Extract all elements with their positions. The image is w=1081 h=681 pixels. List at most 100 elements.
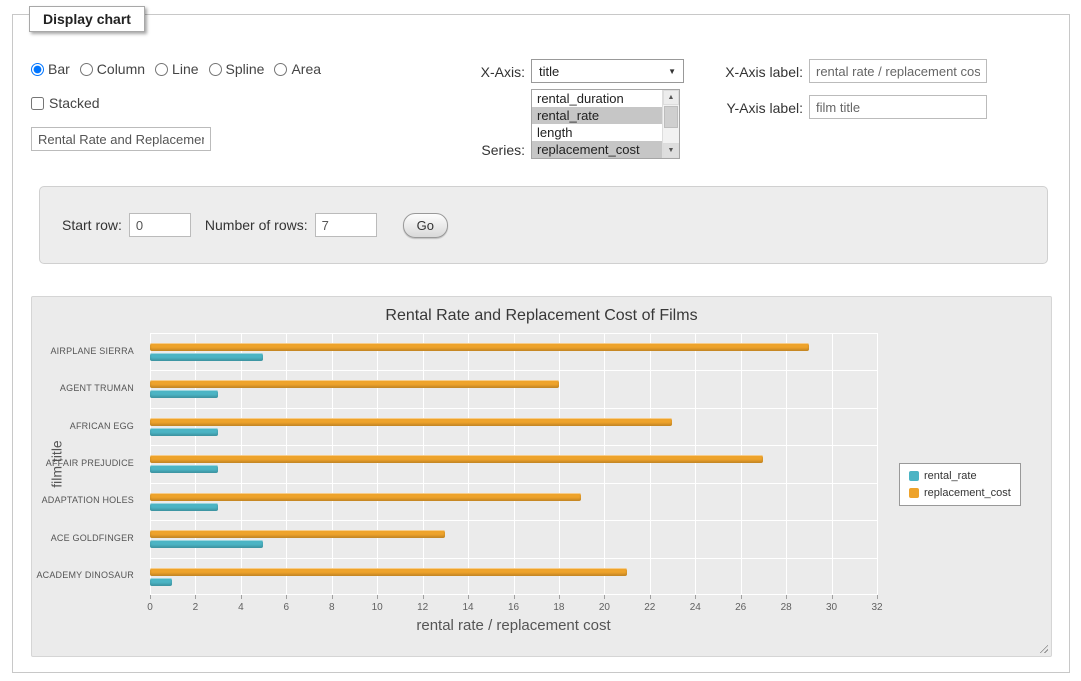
tick-mark [741, 595, 742, 599]
series-listbox[interactable]: rental_durationrental_ratelengthreplacem… [531, 89, 680, 159]
display-chart-panel: Display chart BarColumnLineSplineArea St… [12, 14, 1070, 673]
tick-mark [423, 595, 424, 599]
chart-type-option-spline: Spline [209, 61, 265, 77]
chart-type-option-area: Area [274, 61, 321, 77]
tick-mark [559, 595, 560, 599]
series-option-length[interactable]: length [532, 124, 662, 141]
x-tick-label: 4 [226, 602, 256, 613]
gridline [332, 333, 333, 595]
chart-container: Rental Rate and Replacement Cost of Film… [31, 296, 1052, 657]
y-axis-label-input[interactable] [809, 95, 987, 119]
chart-type-label: Spline [226, 61, 265, 77]
bar-rental_rate [150, 540, 263, 548]
tick-mark [241, 595, 242, 599]
category-label: AGENT TRUMAN [32, 383, 142, 393]
number-of-rows-input[interactable] [315, 213, 377, 237]
chart-title: Rental Rate and Replacement Cost of Film… [32, 307, 1051, 325]
gridline [150, 370, 877, 371]
x-tick-label: 30 [817, 602, 847, 613]
x-axis-selected-value: title [539, 64, 559, 79]
legend-item-replacement_cost[interactable]: replacement_cost [909, 487, 1011, 499]
tick-mark [786, 595, 787, 599]
x-tick-label: 20 [589, 602, 619, 613]
row-controls-panel: Start row: Number of rows: Go [39, 186, 1048, 264]
gridline [604, 333, 605, 595]
stacked-checkbox[interactable] [31, 97, 44, 110]
chart-title-input[interactable] [31, 127, 211, 151]
chart-type-radio-bar[interactable] [31, 63, 44, 76]
tick-mark [332, 595, 333, 599]
series-option-rental_duration[interactable]: rental_duration [532, 90, 662, 107]
chart-type-radio-spline[interactable] [209, 63, 222, 76]
gridline [150, 408, 877, 409]
chart-type-label: Line [172, 61, 198, 77]
bar-replacement_cost [150, 343, 809, 351]
start-row-label: Start row: [62, 217, 122, 233]
category-label: AFFAIR PREJUDICE [32, 458, 142, 468]
series-option-replacement_cost[interactable]: replacement_cost [532, 141, 662, 158]
chart-type-radios: BarColumnLineSplineArea [31, 61, 331, 77]
scroll-down-button[interactable]: ▼ [663, 143, 679, 158]
stacked-checkbox-row: Stacked [31, 95, 100, 111]
x-axis-select[interactable]: title ▼ [531, 59, 684, 83]
y-axis-label-label: Y-Axis label: [697, 100, 803, 116]
resize-handle-icon[interactable] [1037, 642, 1048, 653]
gridline [241, 333, 242, 595]
bar-replacement_cost [150, 493, 581, 501]
category-label: ADAPTATION HOLES [32, 495, 142, 505]
stacked-label: Stacked [49, 95, 100, 111]
scroll-thumb[interactable] [664, 106, 678, 128]
gridline [832, 333, 833, 595]
bar-replacement_cost [150, 530, 445, 538]
gridline [150, 333, 151, 595]
bar-rental_rate [150, 503, 218, 511]
tick-mark [377, 595, 378, 599]
x-tick-label: 22 [635, 602, 665, 613]
category-label: AFRICAN EGG [32, 421, 142, 431]
x-tick-label: 28 [771, 602, 801, 613]
panel-legend: Display chart [29, 6, 145, 32]
x-tick-label: 24 [680, 602, 710, 613]
arrow-up-icon: ▲ [668, 94, 675, 101]
legend-item-rental_rate[interactable]: rental_rate [909, 470, 1011, 482]
listbox-scrollbar[interactable]: ▲ ▼ [662, 90, 679, 158]
start-row-input[interactable] [129, 213, 191, 237]
go-button[interactable]: Go [403, 213, 448, 238]
bar-replacement_cost [150, 380, 559, 388]
gridline [150, 445, 877, 446]
gridline [559, 333, 560, 595]
chevron-down-icon: ▼ [668, 67, 676, 76]
x-tick-label: 0 [135, 602, 165, 613]
gridline [150, 333, 877, 334]
gridline [377, 333, 378, 595]
tick-mark [150, 595, 151, 599]
series-select-label: Series: [443, 142, 525, 158]
gridline [195, 333, 196, 595]
gridline [423, 333, 424, 595]
tick-mark [468, 595, 469, 599]
x-tick-label: 16 [499, 602, 529, 613]
tick-mark [286, 595, 287, 599]
tick-mark [650, 595, 651, 599]
x-tick-label: 2 [180, 602, 210, 613]
x-tick-label: 10 [362, 602, 392, 613]
chart-type-label: Column [97, 61, 145, 77]
chart-type-radio-line[interactable] [155, 63, 168, 76]
category-label: ACADEMY DINOSAUR [32, 570, 142, 580]
series-option-rental_rate[interactable]: rental_rate [532, 107, 662, 124]
gridline [786, 333, 787, 595]
gridline [468, 333, 469, 595]
scroll-up-button[interactable]: ▲ [663, 90, 679, 105]
x-tick-label: 26 [726, 602, 756, 613]
tick-mark [514, 595, 515, 599]
x-axis-title: rental rate / replacement cost [150, 617, 877, 634]
number-of-rows-label: Number of rows: [205, 217, 308, 233]
bar-rental_rate [150, 465, 218, 473]
category-label: ACE GOLDFINGER [32, 533, 142, 543]
plot-area [150, 333, 877, 595]
gridline [650, 333, 651, 595]
x-axis-label-label: X-Axis label: [697, 64, 803, 80]
x-axis-label-input[interactable] [809, 59, 987, 83]
chart-type-radio-area[interactable] [274, 63, 287, 76]
chart-type-radio-column[interactable] [80, 63, 93, 76]
